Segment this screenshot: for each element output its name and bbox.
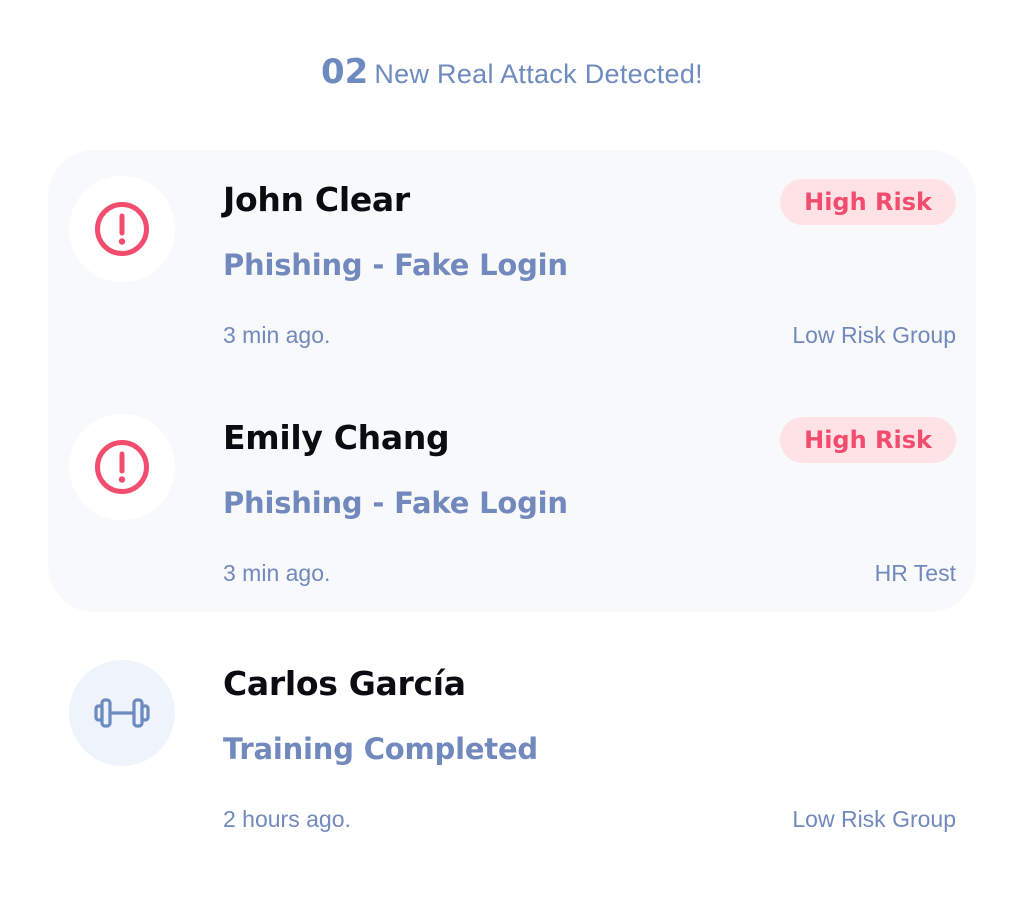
dumbbell-icon <box>69 660 175 766</box>
list-item[interactable]: John Clear High Risk Phishing - Fake Log… <box>0 150 1024 350</box>
alert-circle-icon <box>69 414 175 520</box>
risk-badge: High Risk <box>780 179 956 225</box>
event-title: Phishing - Fake Login <box>223 486 568 520</box>
alert-count: 02 <box>321 52 369 92</box>
user-name: John Clear <box>223 180 410 219</box>
user-name: Emily Chang <box>223 418 450 457</box>
risk-badge: High Risk <box>780 417 956 463</box>
alert-header: 02 New Real Attack Detected! <box>0 52 1024 92</box>
user-group: Low Risk Group <box>792 806 956 832</box>
event-time: 2 hours ago. <box>223 806 351 832</box>
alert-circle-icon <box>69 176 175 282</box>
alert-title: New Real Attack Detected! <box>374 59 703 89</box>
user-group: HR Test <box>874 560 956 586</box>
user-name: Carlos García <box>223 664 466 703</box>
list-item[interactable]: Carlos García Training Completed 2 hours… <box>0 634 1024 834</box>
event-title: Training Completed <box>223 732 538 766</box>
user-group: Low Risk Group <box>792 322 956 348</box>
event-title: Phishing - Fake Login <box>223 248 568 282</box>
event-time: 3 min ago. <box>223 560 331 586</box>
list-item[interactable]: Emily Chang High Risk Phishing - Fake Lo… <box>0 388 1024 588</box>
event-time: 3 min ago. <box>223 322 331 348</box>
